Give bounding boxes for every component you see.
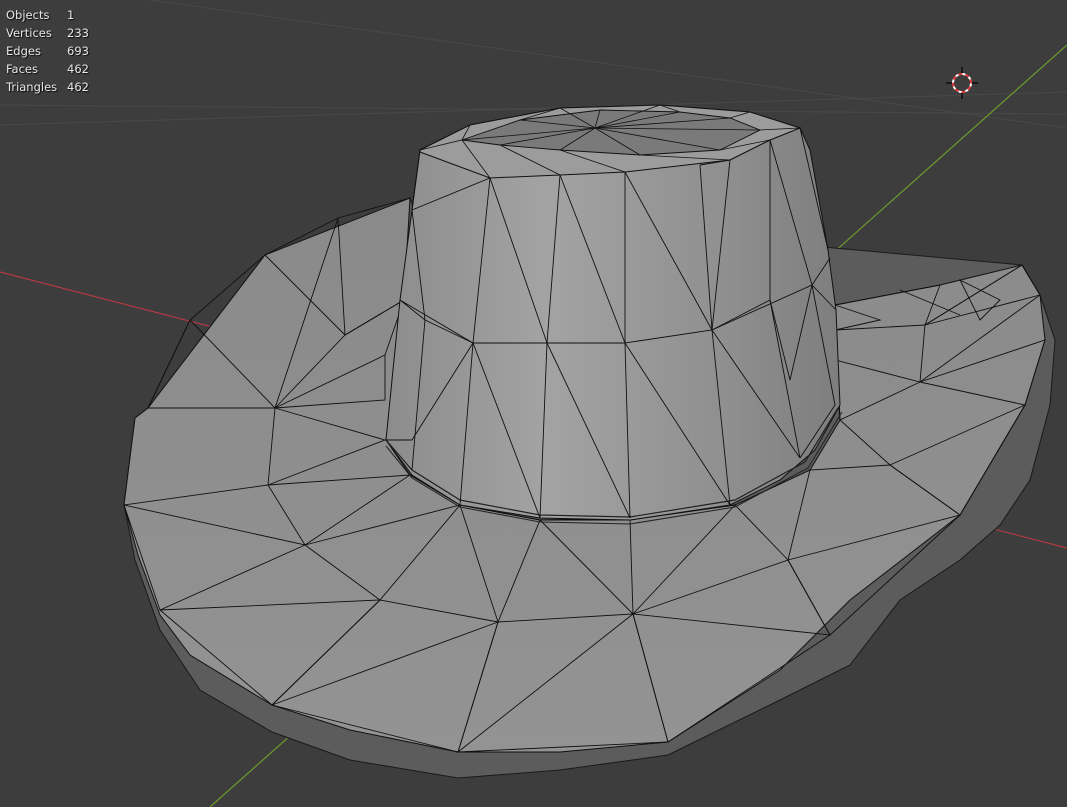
stat-row-edges: Edges 693: [6, 42, 89, 60]
3d-viewport[interactable]: Objects 1 Vertices 233 Edges 693 Faces 4…: [0, 0, 1067, 807]
stat-row-objects: Objects 1: [6, 6, 89, 24]
stat-label: Triangles: [6, 80, 58, 94]
3d-cursor-icon[interactable]: [946, 67, 978, 99]
stat-row-triangles: Triangles 462: [6, 78, 89, 96]
stat-label: Edges: [6, 44, 41, 58]
stat-value: 693: [67, 44, 89, 58]
stat-label: Vertices: [6, 26, 52, 40]
statistics-overlay: Objects 1 Vertices 233 Edges 693 Faces 4…: [6, 6, 89, 96]
stat-value: 462: [67, 80, 89, 94]
stat-label: Objects: [6, 8, 50, 22]
stat-row-vertices: Vertices 233: [6, 24, 89, 42]
stat-value: 233: [67, 26, 89, 40]
floor-grid: [0, 0, 1067, 129]
viewport-scene[interactable]: [0, 0, 1067, 807]
stat-label: Faces: [6, 62, 38, 76]
stat-row-faces: Faces 462: [6, 60, 89, 78]
stat-value: 462: [67, 62, 89, 76]
stat-value: 1: [67, 8, 75, 22]
